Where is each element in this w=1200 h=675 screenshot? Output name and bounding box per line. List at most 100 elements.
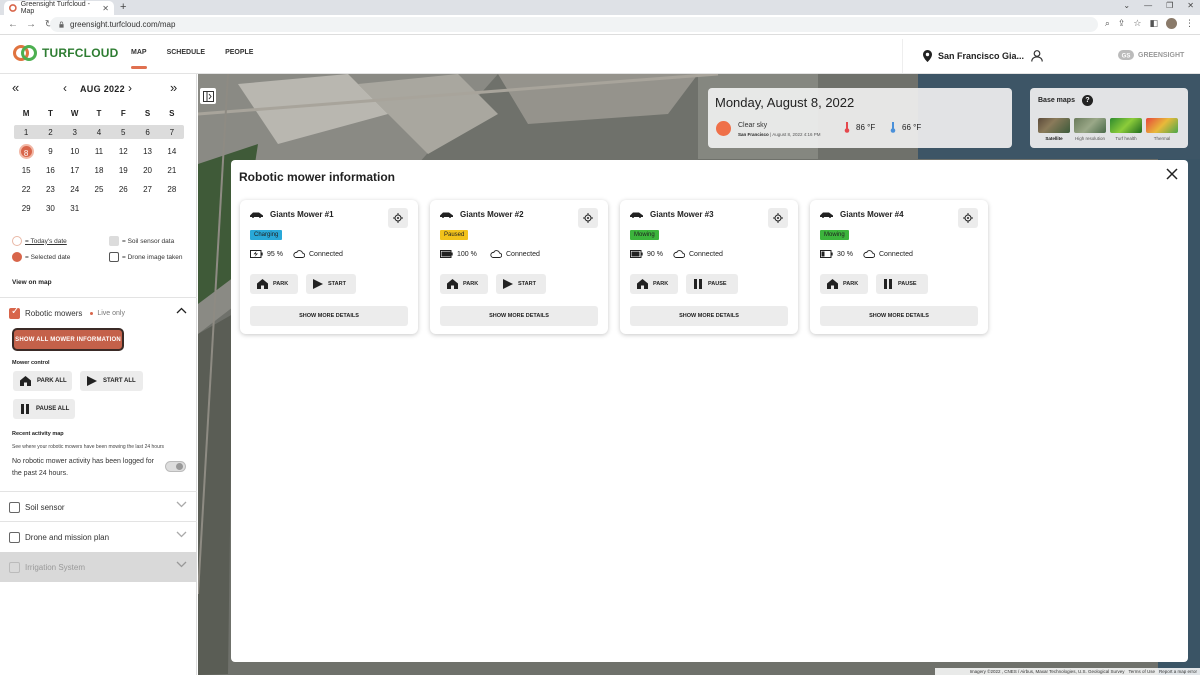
- recent-activity-toggle[interactable]: [165, 461, 186, 472]
- locate-mower-button[interactable]: [958, 208, 978, 228]
- park-button[interactable]: PARK: [250, 274, 298, 294]
- chevron-down-icon[interactable]: ⌄: [1123, 1, 1130, 10]
- layer-toggle-button[interactable]: [200, 88, 216, 104]
- calendar-day[interactable]: 21: [160, 166, 184, 175]
- start-button[interactable]: START: [306, 274, 356, 294]
- next-month-icon[interactable]: ›: [128, 81, 132, 95]
- nav-map[interactable]: MAP: [131, 49, 147, 69]
- previous-month-icon[interactable]: ‹: [63, 81, 67, 95]
- basemap-turf-health-label[interactable]: Turf health: [1107, 136, 1145, 141]
- calendar-day[interactable]: 11: [87, 147, 111, 156]
- locate-mower-button[interactable]: [578, 208, 598, 228]
- calendar-day[interactable]: 20: [135, 166, 159, 175]
- soil-sensor-section[interactable]: Soil sensor: [0, 492, 197, 522]
- minimize-icon[interactable]: —: [1144, 1, 1152, 10]
- show-more-details-button[interactable]: SHOW MORE DETAILS: [250, 306, 408, 326]
- nav-people[interactable]: PEOPLE: [225, 49, 253, 56]
- start-all-button[interactable]: START ALL: [80, 371, 143, 391]
- basemap-turf-health-thumb[interactable]: [1110, 118, 1142, 133]
- irrigation-checkbox[interactable]: [9, 561, 20, 573]
- profile-avatar[interactable]: [1166, 18, 1177, 29]
- park-all-button[interactable]: PARK ALL: [13, 371, 72, 391]
- start-button[interactable]: START: [496, 274, 546, 294]
- forward-icon[interactable]: →: [26, 19, 36, 30]
- zoom-icon[interactable]: ⌕: [1105, 18, 1110, 29]
- calendar-day[interactable]: 28: [160, 185, 184, 194]
- restore-icon[interactable]: ❐: [1166, 1, 1173, 10]
- chevron-up-icon[interactable]: [176, 307, 187, 314]
- basemap-satellite-thumb[interactable]: [1038, 118, 1070, 133]
- calendar-day[interactable]: 13: [135, 147, 159, 156]
- calendar-day[interactable]: 30: [38, 204, 62, 213]
- calendar-day[interactable]: 2: [38, 128, 62, 137]
- basemap-high-resolution-thumb[interactable]: [1074, 118, 1106, 133]
- pause-button[interactable]: PAUSE: [686, 274, 738, 294]
- location-selector[interactable]: San Francisco Gia...: [902, 39, 1102, 73]
- basemap-high-resolution-label[interactable]: High resolution: [1071, 136, 1109, 141]
- turfcloud-logo[interactable]: TURFCLOUD: [12, 44, 118, 62]
- drone-checkbox[interactable]: [9, 531, 20, 543]
- report-map-error-link[interactable]: Report a map error: [1159, 669, 1197, 674]
- calendar-day[interactable]: 19: [111, 166, 135, 175]
- close-window-icon[interactable]: ✕: [1187, 1, 1194, 10]
- calendar-day[interactable]: 22: [14, 185, 38, 194]
- browser-tab[interactable]: Greensight Turfcloud - Map ✕: [4, 1, 114, 15]
- next-year-icon[interactable]: »: [170, 80, 177, 95]
- calendar-day[interactable]: 10: [63, 147, 87, 156]
- calendar-day[interactable]: 15: [14, 166, 38, 175]
- chevron-down-icon[interactable]: [176, 501, 187, 508]
- show-all-mower-information-button[interactable]: SHOW ALL MOWER INFORMATION: [12, 328, 124, 351]
- help-icon[interactable]: ?: [1082, 95, 1093, 106]
- previous-year-icon[interactable]: «: [12, 80, 19, 95]
- show-more-details-button[interactable]: SHOW MORE DETAILS: [820, 306, 978, 326]
- chevron-down-icon[interactable]: [176, 561, 187, 568]
- calendar-day[interactable]: 26: [111, 185, 135, 194]
- calendar-day[interactable]: 29: [14, 204, 38, 213]
- soil-sensor-checkbox[interactable]: [9, 501, 20, 513]
- pause-all-button[interactable]: PAUSE ALL: [13, 399, 75, 419]
- back-icon[interactable]: ←: [8, 19, 18, 30]
- calendar-day[interactable]: 25: [87, 185, 111, 194]
- show-more-details-button[interactable]: SHOW MORE DETAILS: [440, 306, 598, 326]
- calendar-day[interactable]: 16: [38, 166, 62, 175]
- park-button[interactable]: PARK: [630, 274, 678, 294]
- calendar-day[interactable]: 4: [87, 128, 111, 137]
- locate-mower-button[interactable]: [768, 208, 788, 228]
- chevron-down-icon[interactable]: [176, 531, 187, 538]
- calendar-day[interactable]: 24: [63, 185, 87, 194]
- user-account-button[interactable]: [1031, 50, 1043, 65]
- drone-mission-section[interactable]: Drone and mission plan: [0, 522, 197, 552]
- extensions-icon[interactable]: ◧: [1149, 18, 1158, 29]
- park-button[interactable]: PARK: [820, 274, 868, 294]
- robotic-mowers-section[interactable]: Robotic mowers Live only: [0, 298, 197, 328]
- pause-button[interactable]: PAUSE: [876, 274, 928, 294]
- calendar-day[interactable]: 14: [160, 147, 184, 156]
- close-icon[interactable]: [1166, 168, 1178, 180]
- bookmark-star-icon[interactable]: ☆: [1133, 18, 1141, 29]
- tab-close-icon[interactable]: ✕: [102, 4, 109, 13]
- calendar-day[interactable]: 1: [14, 128, 38, 137]
- calendar-day[interactable]: 27: [135, 185, 159, 194]
- calendar-day[interactable]: 23: [38, 185, 62, 194]
- calendar-day[interactable]: 7: [160, 128, 184, 137]
- nav-schedule[interactable]: SCHEDULE: [167, 49, 206, 56]
- url-field[interactable]: greensight.turfcloud.com/map: [50, 17, 1098, 32]
- show-more-details-button[interactable]: SHOW MORE DETAILS: [630, 306, 788, 326]
- calendar-day[interactable]: 3: [63, 128, 87, 137]
- calendar-day[interactable]: 9: [38, 147, 62, 156]
- calendar-day[interactable]: 12: [111, 147, 135, 156]
- calendar-day[interactable]: 18: [87, 166, 111, 175]
- new-tab-icon[interactable]: +: [120, 1, 126, 13]
- basemap-thermal-label[interactable]: Thermal: [1143, 136, 1181, 141]
- robotic-mowers-checkbox[interactable]: [9, 306, 20, 319]
- calendar-day[interactable]: 6: [135, 128, 159, 137]
- calendar-day[interactable]: 17: [63, 166, 87, 175]
- calendar-day[interactable]: 5: [111, 128, 135, 137]
- calendar-day[interactable]: 31: [63, 204, 87, 213]
- park-button[interactable]: PARK: [440, 274, 488, 294]
- basemap-satellite-label[interactable]: Satellite: [1035, 136, 1073, 141]
- browser-menu-icon[interactable]: ⋮: [1185, 18, 1194, 29]
- calendar-day[interactable]: 8: [14, 144, 38, 159]
- locate-mower-button[interactable]: [388, 208, 408, 228]
- basemap-thermal-thumb[interactable]: [1146, 118, 1178, 133]
